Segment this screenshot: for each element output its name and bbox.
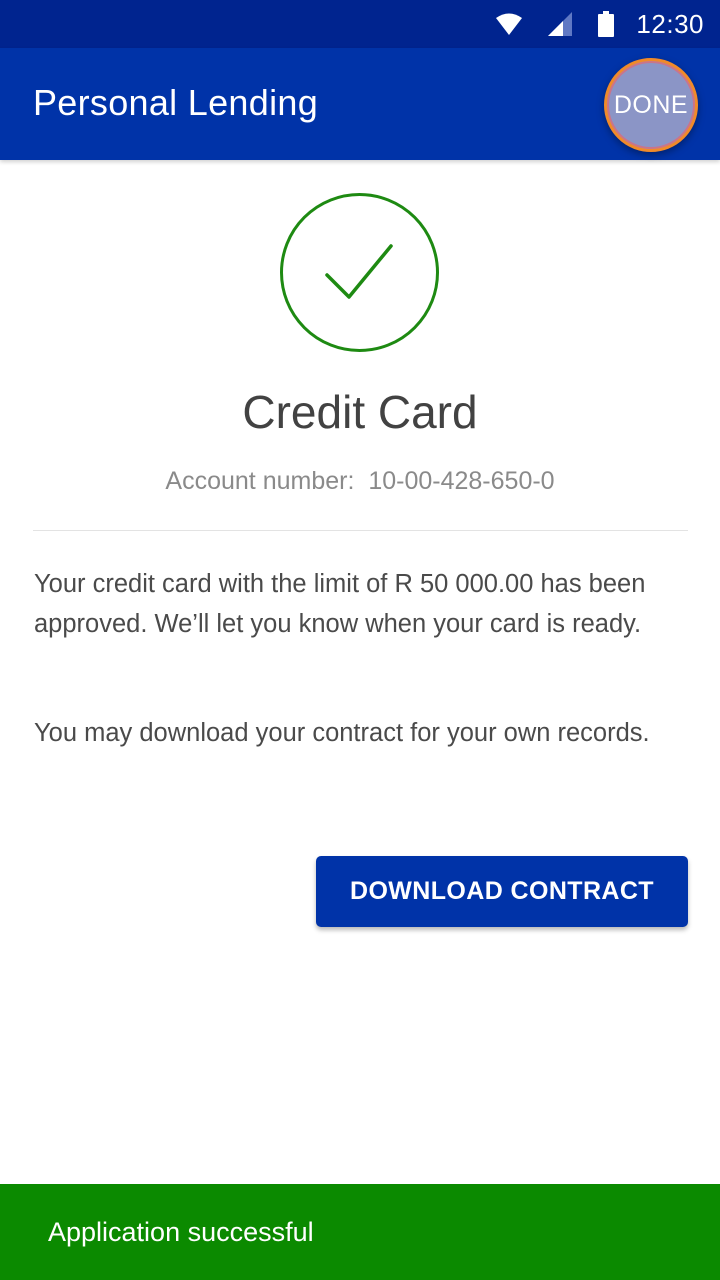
contract-message: You may download your contract for your … <box>34 719 650 747</box>
done-button[interactable]: DONE <box>604 58 698 152</box>
download-contract-button[interactable]: DOWNLOAD CONTRACT <box>316 856 688 927</box>
snackbar-text: Application successful <box>48 1216 314 1247</box>
snackbar: Application successful <box>0 1184 720 1280</box>
product-title: Credit Card <box>242 386 478 438</box>
status-bar: 12:30 <box>0 0 720 48</box>
wifi-icon <box>496 13 523 35</box>
battery-icon <box>598 11 615 37</box>
status-time: 12:30 <box>636 8 704 39</box>
account-number-value: 10-00-428-650-0 <box>368 467 555 495</box>
divider <box>33 530 688 531</box>
cellular-signal-icon <box>548 12 573 36</box>
check-circle-icon <box>280 193 439 352</box>
app-bar: Personal Lending DONE <box>0 48 720 160</box>
page-title: Personal Lending <box>33 82 319 123</box>
account-number-row: Account number: 10-00-428-650-0 <box>0 467 720 496</box>
account-number-label: Account number: <box>165 467 355 495</box>
approval-message: Your credit card with the limit of R 50 … <box>34 570 646 638</box>
